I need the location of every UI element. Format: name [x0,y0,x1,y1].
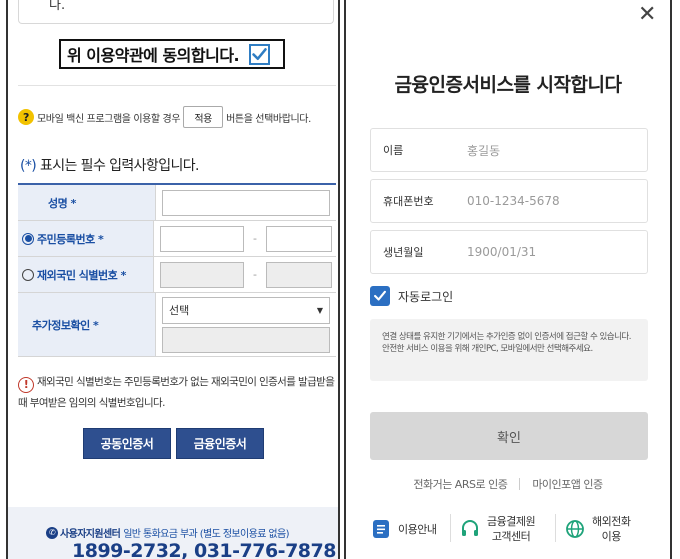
confirm-button[interactable]: 확인 [370,412,648,460]
ars-auth-link[interactable]: 전화거는 ARS로 인증 [413,476,507,492]
name-field-value: 홍길동 [467,143,501,158]
extra-label: 추가정보확인 * [18,293,156,356]
joint-cert-button[interactable]: 공동인증서 [83,428,171,459]
divider [555,514,556,542]
certificate-form-panel: 다. 위 이용약관에 동의합니다. ? 모바일 백신 프로그램을 이용할 경우 … [6,0,340,559]
name-row: 성명 * [18,185,336,221]
extra-info-select-value: 선택 [169,304,190,317]
overseas-call-label: 해외전화 이용 [592,515,631,543]
foreigner-label-cell: 재외국민 식별번호 * [18,257,154,292]
auto-login-row[interactable]: 자동로그인 [370,286,453,306]
checkmark-icon [252,47,267,60]
apply-button[interactable]: 적용 [183,106,224,128]
alt-auth-links: 전화거는 ARS로 인증 마이인포앱 인증 [346,476,670,492]
foreigner-dash: - [253,268,257,281]
resident-radio[interactable] [22,232,34,245]
overseas-call-link[interactable]: 해외전화 이용 [564,514,644,544]
foreigner-notice-text: 재외국민 식별번호는 주민등록번호가 없는 재외국민이 인증서를 발급받을 때 … [18,376,335,409]
usage-guide-label: 이용안내 [398,523,437,536]
financial-cert-button[interactable]: 금융인증서 [176,428,264,459]
question-icon: ? [18,109,34,125]
usage-guide-link[interactable]: 이용안내 [370,514,442,544]
foreigner-label: 재외국민 식별번호 * [37,268,126,282]
extra-info-row: 추가정보확인 * 선택 ▼ [18,293,336,357]
extra-info-input[interactable] [162,326,330,353]
support-phone-number[interactable]: 1899-2732, 031-776-7878 [72,540,336,559]
vaccine-notice: ? 모바일 백신 프로그램을 이용할 경우 적용 버튼을 선택바랍니다. [18,106,338,128]
exclamation-icon: ! [18,377,34,393]
name-input[interactable] [162,189,330,216]
foreigner-cell: - [154,257,336,292]
phone-icon: ✆ [46,526,58,539]
support-center-line: ✆ 사용자지원센터 일반 통화요금 부과 (별도 정보이용료 없음) [46,525,290,540]
agree-terms-checkbox[interactable] [249,43,271,65]
customer-center-link[interactable]: 금융결제원 고객센터 [459,514,547,544]
birthdate-field[interactable]: 생년월일 1900/01/31 [370,230,648,274]
birthdate-field-value: 1900/01/31 [467,245,537,259]
phone-field-value: 010-1234-5678 [467,194,560,208]
birthdate-field-label: 생년월일 [383,246,424,259]
headset-icon [459,518,481,540]
vaccine-notice-before: 모바일 백신 프로그램을 이용할 경우 [37,113,181,125]
phone-field[interactable]: 휴대폰번호 010-1234-5678 [370,179,648,223]
close-icon[interactable]: ✕ [638,4,656,26]
auto-login-info: 연결 상태를 유지한 기기에서는 추가인증 없이 인증서에 접근할 수 있습니다… [370,319,648,381]
identity-form-table: 성명 * 주민등록번호 * - 재외국민 식별번호 * - 추가정보확인 * 선… [18,183,336,357]
terms-tail-text: 다. [49,0,66,13]
divider [450,514,451,542]
support-center-title: 사용자지원센터 [60,529,121,540]
required-star: (*) [20,158,37,174]
phone-field-label: 휴대폰번호 [383,195,434,208]
dropdown-arrow-icon: ▼ [316,305,323,315]
support-center: ✆ 사용자지원센터 일반 통화요금 부과 (별도 정보이용료 없음) 1899-… [8,507,338,559]
name-cell [156,185,336,220]
foreigner-radio[interactable] [22,268,34,281]
divider [519,478,521,490]
globe-icon [564,518,586,540]
resident-front-input[interactable] [160,225,244,252]
name-field-label: 이름 [383,144,404,157]
resident-back-input[interactable] [266,225,332,252]
name-field[interactable]: 이름 홍길동 [370,128,648,172]
myinfo-app-auth-link[interactable]: 마이인포앱 인증 [532,476,603,492]
bottom-links: 이용안내 금융결제원 고객센터 해외전화 이용 [370,514,660,544]
extra-info-select[interactable]: 선택 ▼ [162,296,330,324]
modal-title: 금융인증서비스를 시작합니다 [394,74,622,96]
resident-cell: - [154,221,336,256]
resident-label: 주민등록번호 * [37,232,104,246]
financial-cert-modal: ✕ 금융인증서비스를 시작합니다 이름 홍길동 휴대폰번호 010-1234-5… [344,0,672,559]
foreigner-front-input[interactable] [160,261,244,288]
resident-dash: - [253,232,257,245]
terms-text-box[interactable]: 다. [18,0,334,24]
resident-label-cell: 주민등록번호 * [18,221,154,256]
foreigner-notice: ! 재외국민 식별번호는 주민등록번호가 없는 재외국민이 인증서를 발급받을 때… [18,372,338,413]
agree-terms-row[interactable]: 위 이용약관에 동의합니다. [59,39,285,69]
extra-cell: 선택 ▼ [156,293,336,356]
required-note: (*) 표시는 필수 입력사항입니다. [20,155,199,175]
customer-center-label: 금융결제원 고객센터 [487,515,536,543]
required-note-text: 표시는 필수 입력사항입니다. [36,158,200,174]
resident-row: 주민등록번호 * - [18,221,336,257]
foreigner-back-input[interactable] [266,261,332,288]
name-label: 성명 * [18,185,156,220]
foreigner-row: 재외국민 식별번호 * - [18,257,336,293]
auto-login-label: 자동로그인 [398,289,454,304]
support-center-sub: 일반 통화요금 부과 (별도 정보이용료 없음) [123,529,289,540]
document-icon [370,518,392,540]
checkmark-icon [374,290,386,301]
vaccine-notice-after: 버튼을 선택바랍니다. [226,113,311,125]
agree-terms-label: 위 이용약관에 동의합니다. [67,46,240,65]
divider [18,85,336,86]
auto-login-checkbox[interactable] [370,286,390,306]
